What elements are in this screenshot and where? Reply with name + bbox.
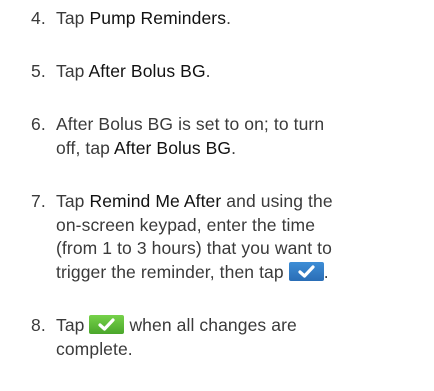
step-line: off, tap After Bolus BG. bbox=[31, 137, 426, 161]
step-number: 5. bbox=[31, 61, 46, 81]
step-text-end: . bbox=[323, 261, 329, 282]
step-text: After Bolus BG is set to on; to turn bbox=[56, 114, 325, 134]
step-text: Tap bbox=[56, 8, 90, 28]
step-text: off, tap bbox=[56, 137, 114, 158]
step-4: 4. Tap Pump Reminders. bbox=[31, 7, 426, 31]
step-text-end: . bbox=[226, 8, 232, 28]
step-6: 6. After Bolus BG is set to on; to turn o… bbox=[31, 113, 426, 160]
step-text: and using the bbox=[221, 191, 333, 211]
step-text: Tap bbox=[56, 191, 90, 211]
step-text-end: . bbox=[231, 137, 237, 158]
step-text: when all changes are bbox=[124, 315, 297, 335]
confirm-button-green bbox=[89, 315, 125, 334]
step-8: 8. Tap when all changes are complete. bbox=[31, 314, 426, 361]
step-term: Pump Reminders bbox=[89, 8, 227, 28]
instruction-steps: 4. Tap Pump Reminders. 5. Tap After Bolus … bbox=[0, 0, 434, 391]
confirm-button-blue bbox=[288, 261, 324, 281]
step-text: trigger the reminder, then tap bbox=[56, 261, 289, 282]
step-7: 7. Tap Remind Me After and using the on-s… bbox=[31, 190, 426, 284]
step-number: 4. bbox=[31, 8, 46, 28]
step-text-end: . bbox=[205, 61, 211, 81]
step-line: complete. bbox=[56, 338, 133, 359]
step-term: Remind Me After bbox=[89, 191, 222, 211]
checkmark-icon bbox=[98, 318, 116, 331]
step-line: on-screen keypad, enter the time bbox=[56, 214, 316, 235]
step-term: After Bolus BG bbox=[114, 137, 232, 158]
step-number: 8. bbox=[31, 315, 46, 335]
step-number: 6. bbox=[31, 114, 46, 134]
step-text: Tap bbox=[56, 61, 89, 81]
step-term: After Bolus BG bbox=[88, 61, 206, 81]
step-5: 5. Tap After Bolus BG. bbox=[31, 60, 426, 84]
step-line: trigger the reminder, then tap . bbox=[31, 261, 426, 285]
step-text: Tap bbox=[56, 315, 90, 335]
step-line: (from 1 to 3 hours) that you want to bbox=[56, 238, 332, 258]
checkmark-icon bbox=[298, 264, 315, 278]
step-number: 7. bbox=[31, 191, 46, 211]
